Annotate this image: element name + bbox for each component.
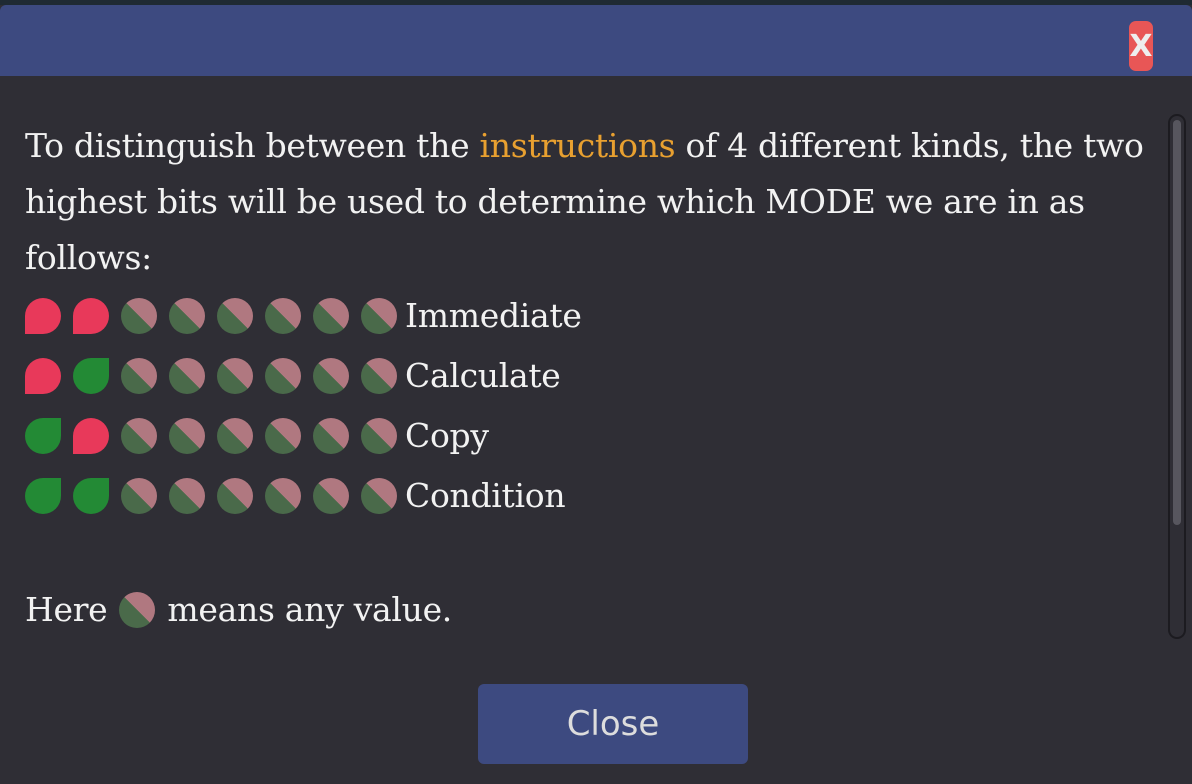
any-value-bit-icon [361,358,397,394]
mode-row: Condition [25,466,1160,526]
any-value-bit-icon [265,478,301,514]
any-value-bit-icon [313,298,349,334]
any-value-bit-icon [169,418,205,454]
bit-off-icon [25,478,61,514]
any-value-bit-icon [217,418,253,454]
close-x-button[interactable]: X [1129,21,1153,71]
bit-on-icon [73,298,109,334]
mode-row: Calculate [25,346,1160,406]
any-value-bit-icon [265,418,301,454]
dialog-titlebar: X [0,5,1192,76]
mode-label: Condition [405,476,566,515]
any-value-bit-icon [121,358,157,394]
mode-label: Immediate [405,296,582,335]
any-value-bit-icon [361,298,397,334]
any-value-bit-icon [121,418,157,454]
note-text: Here [25,590,108,629]
bit-off-icon [25,418,61,454]
any-value-bit-icon [265,358,301,394]
note-text-2: means any value. [167,590,453,629]
scrollbar-thumb[interactable] [1173,120,1181,525]
mode-label: Calculate [405,356,561,395]
bit-off-icon [73,358,109,394]
bit-on-icon [25,298,61,334]
any-value-bit-icon [119,592,156,628]
legend-note: Here means any value. [25,582,1160,638]
dialog-content: To distinguish between the instructions … [25,118,1160,638]
bit-off-icon [73,478,109,514]
instructions-link[interactable]: instructions [480,126,676,165]
scrollbar[interactable] [1168,114,1186,639]
mode-row: Copy [25,406,1160,466]
mode-list: Immediate Calculate Copy Condition [25,286,1160,526]
any-value-bit-icon [169,298,205,334]
description: To distinguish between the instructions … [25,118,1160,286]
any-value-bit-icon [217,298,253,334]
any-value-bit-icon [361,478,397,514]
any-value-bit-icon [265,298,301,334]
any-value-bit-icon [313,418,349,454]
bit-on-icon [73,418,109,454]
description-text: To distinguish between the [25,126,480,165]
any-value-bit-icon [313,478,349,514]
mode-label: Copy [405,416,489,455]
any-value-bit-icon [121,478,157,514]
close-icon: X [1129,28,1153,64]
bit-on-icon [25,358,61,394]
any-value-bit-icon [217,358,253,394]
close-button[interactable]: Close [478,684,748,764]
any-value-bit-icon [313,358,349,394]
any-value-bit-icon [361,418,397,454]
mode-row: Immediate [25,286,1160,346]
any-value-bit-icon [121,298,157,334]
any-value-bit-icon [217,478,253,514]
any-value-bit-icon [169,478,205,514]
any-value-bit-icon [169,358,205,394]
